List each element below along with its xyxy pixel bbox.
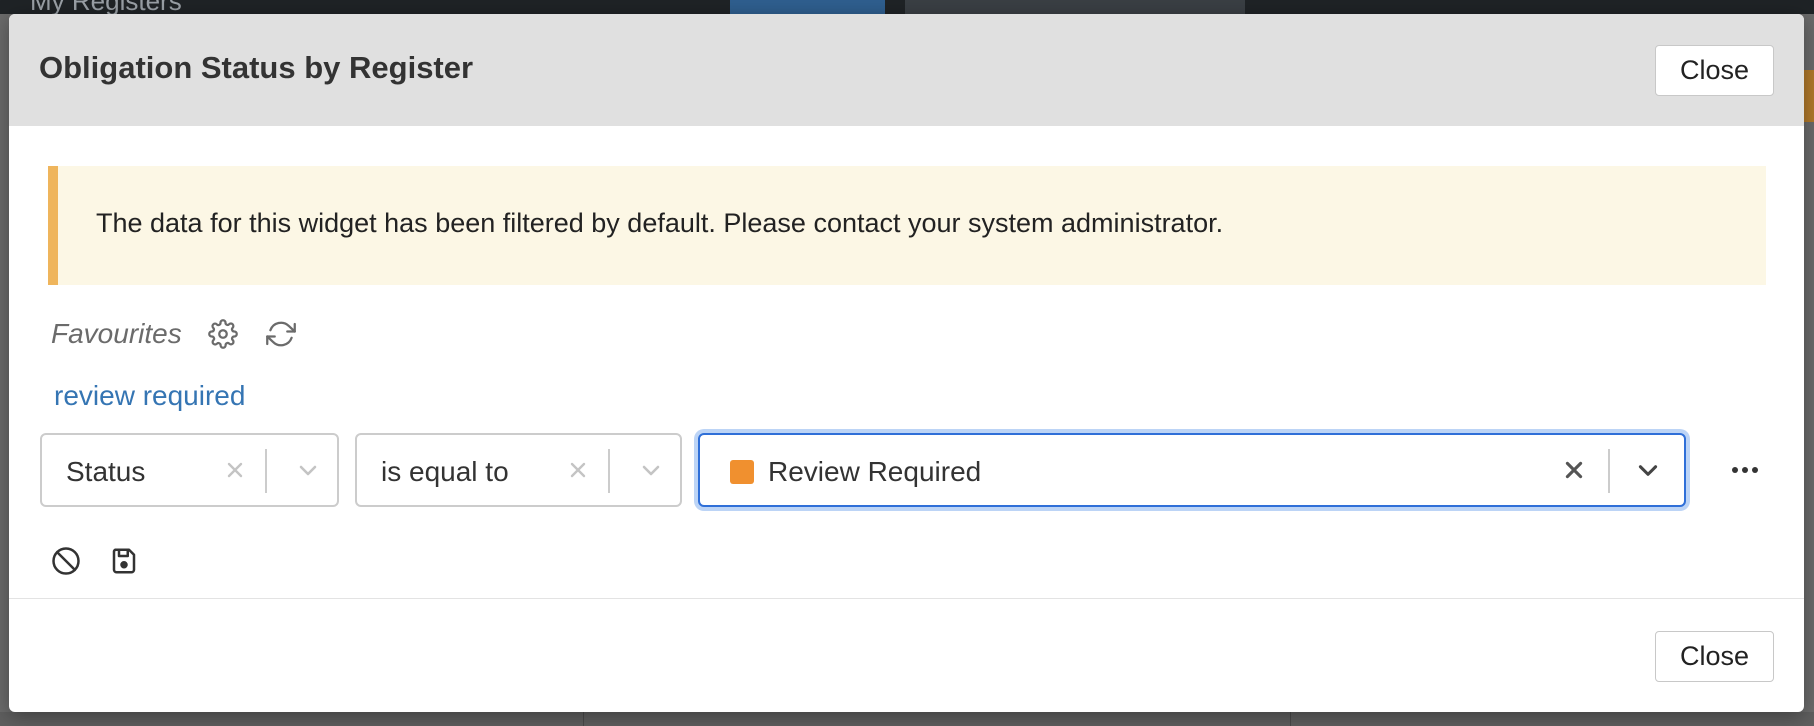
refresh-icon[interactable]: [264, 317, 298, 351]
field-select[interactable]: Status: [40, 433, 339, 507]
background-content: [0, 712, 1814, 726]
ban-icon[interactable]: [49, 544, 83, 578]
operator-select[interactable]: is equal to: [355, 433, 682, 507]
dialog-header: Obligation Status by Register Close: [9, 14, 1804, 126]
background-create-button: [730, 0, 885, 14]
floppy-disk-icon[interactable]: [107, 544, 141, 578]
status-value-label: Review Required: [768, 456, 982, 487]
chevron-down-icon[interactable]: [634, 453, 668, 487]
close-button-bottom[interactable]: Close: [1655, 631, 1774, 682]
filter-notice: The data for this widget has been filter…: [48, 166, 1766, 285]
x-icon[interactable]: [561, 453, 595, 487]
chevron-down-icon[interactable]: [291, 453, 325, 487]
gear-icon[interactable]: [206, 317, 240, 351]
filter-notice-text: The data for this widget has been filter…: [96, 208, 1224, 238]
background-topbar: My Registers: [0, 0, 1814, 16]
widget-dialog: Obligation Status by Register Close The …: [9, 14, 1804, 712]
status-color-swatch: [730, 460, 754, 484]
favourites-bar: Favourites: [51, 309, 322, 359]
background-search-input: [905, 0, 1245, 14]
filter-actions: [49, 541, 165, 581]
chevron-down-icon[interactable]: [1631, 453, 1665, 487]
x-icon[interactable]: [218, 453, 252, 487]
dialog-title: Obligation Status by Register: [39, 50, 474, 85]
dialog-footer-divider: [9, 598, 1804, 599]
favourites-label: Favourites: [51, 318, 182, 349]
field-select-value: Status: [66, 456, 146, 487]
status-value-select[interactable]: Review Required: [698, 433, 1686, 507]
saved-filter-link[interactable]: review required: [54, 380, 245, 412]
operator-select-value: is equal to: [381, 456, 509, 487]
ellipsis-icon[interactable]: [1725, 450, 1765, 490]
close-button-top[interactable]: Close: [1655, 45, 1774, 96]
x-icon[interactable]: [1557, 453, 1591, 487]
